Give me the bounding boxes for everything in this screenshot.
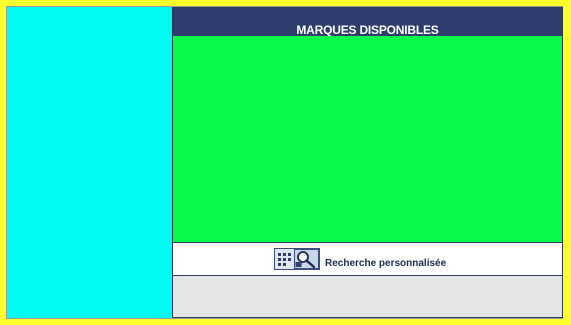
left-panel — [7, 7, 172, 318]
brands-panel: MARQUES DISPONIBLES Recherche personnali… — [172, 7, 563, 318]
custom-search-label[interactable]: Recherche personnalisée — [325, 258, 446, 270]
advanced-search-icon[interactable] — [274, 248, 320, 270]
custom-search-button[interactable]: Recherche personnalisée — [173, 243, 562, 276]
panel-header: MARQUES DISPONIBLES — [173, 8, 562, 37]
panel-footer — [173, 276, 562, 317]
brands-list-area — [173, 36, 562, 243]
